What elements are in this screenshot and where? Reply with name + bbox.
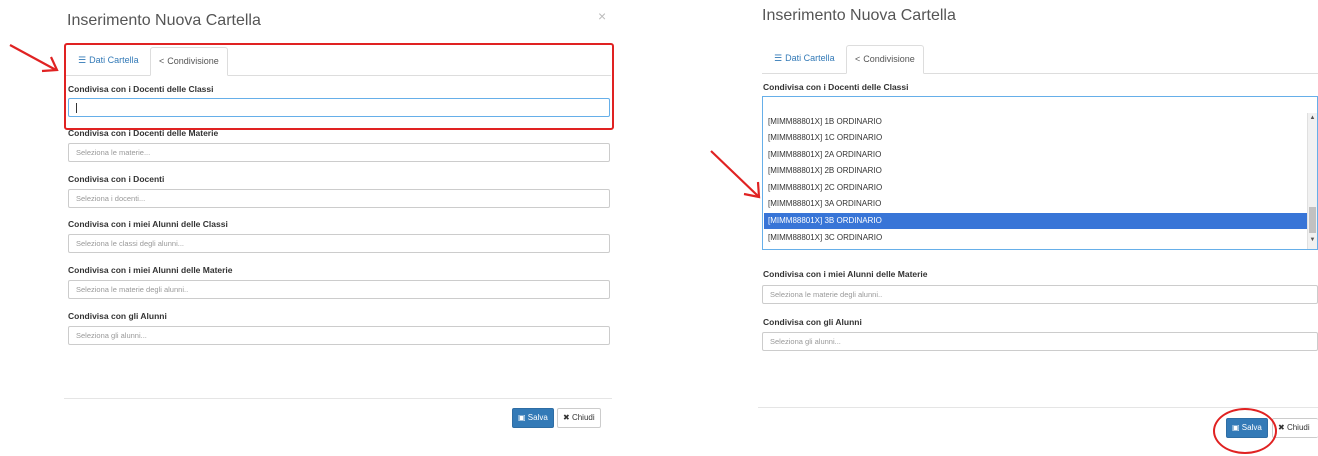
tab-bar: ☰ Dati Cartella < Condivisione <box>762 45 1318 74</box>
dropdown-option[interactable]: [MIMM88801X] 3A ORDINARIO <box>764 196 1307 212</box>
field-label: Condivisa con i miei Alunni delle Materi… <box>763 269 928 279</box>
chiudi-label: Chiudi <box>571 413 595 422</box>
modal-title: Inserimento Nuova Cartella <box>762 7 956 24</box>
field-label: Condivisa con gli Alunni <box>68 311 167 321</box>
dropdown-option[interactable]: [MIMM88801X] 2C ORDINARIO <box>764 180 1307 196</box>
dropdown-option[interactable]: [MIMM88801X] 2A ORDINARIO <box>764 147 1307 163</box>
share-icon: < <box>855 54 861 64</box>
classi-dropdown[interactable]: [MIMM88801X] 1B ORDINARIO [MIMM88801X] 1… <box>762 96 1318 250</box>
arrow-icon <box>9 44 59 73</box>
field-label: Condivisa con i Docenti <box>68 174 165 184</box>
field-label: Condivisa con i Docenti delle Classi <box>763 82 909 92</box>
alunni-classi-input[interactable]: Seleziona le classi degli alunni... <box>68 234 610 253</box>
arrow-icon <box>710 150 761 199</box>
scroll-down-icon[interactable]: ▼ <box>1309 237 1316 243</box>
highlight-box <box>64 43 614 130</box>
dropdown-option[interactable]: [MIMM88801X] 1C ORDINARIO <box>764 130 1307 146</box>
alunni-materie-input[interactable]: Seleziona le materie degli alunni.. <box>762 285 1318 304</box>
chiudi-button[interactable]: ✖ Chiudi <box>1272 418 1318 438</box>
dropdown-option[interactable]: [MIMM88801X] 3C ORDINARIO <box>764 230 1307 246</box>
scrollbar-thumb[interactable] <box>1309 207 1316 233</box>
x-icon: ✖ <box>1278 423 1285 432</box>
save-icon: ▣ <box>518 413 526 422</box>
docenti-input[interactable]: Seleziona i docenti... <box>68 189 610 208</box>
save-button[interactable]: ▣ Salva <box>512 408 554 428</box>
highlight-circle <box>1213 408 1277 454</box>
tab-condivisione[interactable]: < Condivisione <box>846 45 924 74</box>
alunni-input[interactable]: Seleziona gli alunni... <box>68 326 610 345</box>
x-icon: ✖ <box>563 413 570 422</box>
alunni-materie-input[interactable]: Seleziona le materie degli alunni.. <box>68 280 610 299</box>
right-modal: Inserimento Nuova Cartella ☰ Dati Cartell… <box>690 0 1318 456</box>
dropdown-option-selected[interactable]: [MIMM88801X] 3B ORDINARIO <box>764 213 1307 229</box>
save-label: Salva <box>527 413 548 422</box>
scroll-up-icon[interactable]: ▲ <box>1309 115 1316 121</box>
alunni-input[interactable]: Seleziona gli alunni... <box>762 332 1318 351</box>
chiudi-label: Chiudi <box>1286 423 1310 432</box>
close-icon[interactable]: × <box>598 8 606 24</box>
field-label: Condivisa con i miei Alunni delle Materi… <box>68 265 233 275</box>
field-label: Condivisa con i miei Alunni delle Classi <box>68 219 228 229</box>
chiudi-button[interactable]: ✖ Chiudi <box>557 408 601 428</box>
docenti-materie-input[interactable]: Seleziona le materie... <box>68 143 610 162</box>
tab-label: Condivisione <box>863 54 915 64</box>
field-label: Condivisa con gli Alunni <box>763 317 862 327</box>
modal-title: Inserimento Nuova Cartella <box>67 12 261 29</box>
tab-dati-cartella[interactable]: ☰ Dati Cartella <box>766 45 843 72</box>
tab-label: Dati Cartella <box>785 53 835 63</box>
list-icon: ☰ <box>774 53 783 63</box>
dropdown-option[interactable]: [MIMM88801X] 2B ORDINARIO <box>764 163 1307 179</box>
dropdown-option[interactable]: [MIMM88801X] 1B ORDINARIO <box>764 114 1307 130</box>
footer-divider <box>64 398 612 399</box>
footer-divider <box>758 407 1318 408</box>
